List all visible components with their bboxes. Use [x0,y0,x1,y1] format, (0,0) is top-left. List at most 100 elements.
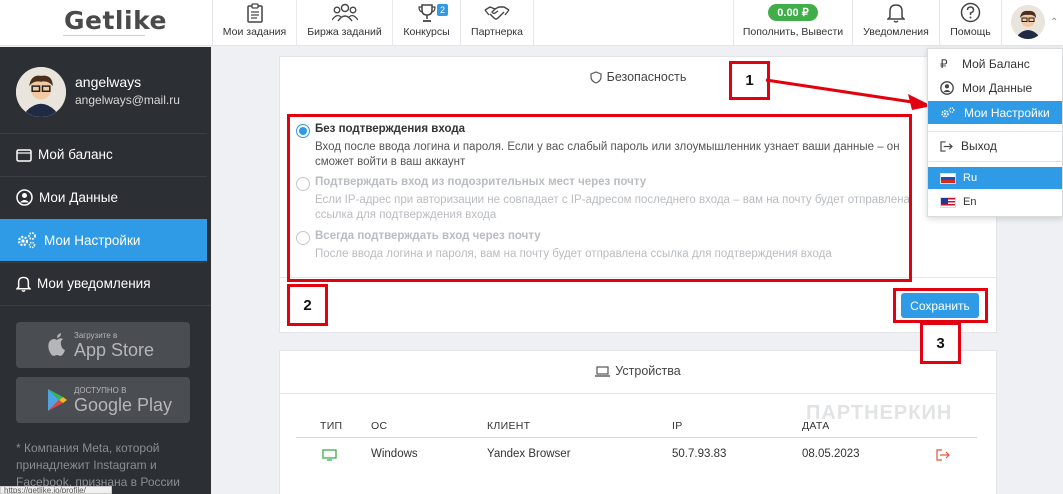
nav-contests-label: Конкурсы [403,26,450,38]
contests-badge: 2 [436,4,448,16]
devices-title-text: Устройства [615,364,681,378]
cell-ip: 50.7.93.83 [672,448,727,460]
user-box: angelways angelways@mail.ru [0,47,211,132]
shield-icon [590,70,602,84]
annotation-number-2: 2 [287,284,328,326]
dropdown-item-settings[interactable]: Мои Настройки [928,101,1062,124]
google-play-big: Google Play [74,394,173,415]
annotation-options-box [287,114,912,282]
app-store-big: App Store [74,339,155,360]
sidebar-item-label: Мои уведомления [37,276,151,291]
apple-icon [48,333,65,356]
dropdown-item-label: Мои Данные [962,81,1033,95]
nav-partner-label: Партнерка [471,26,523,38]
sign-out-icon[interactable] [936,449,950,461]
sidebar: angelways angelways@mail.ru Мой баланс М… [0,47,211,494]
app-store-button[interactable]: Загрузите в App Store [16,322,190,368]
logo-underline [63,35,145,36]
dropdown-item-data[interactable]: Мои Данные [928,78,1062,98]
sidebar-item-label: Мои Настройки [44,232,141,248]
balance-pill: 0.00 ₽ [768,4,818,21]
card-divider [280,393,996,394]
clipboard-icon [246,3,263,23]
russia-flag-icon [940,172,956,184]
cell-client: Yandex Browser [487,448,571,460]
dropdown-divider [928,161,1062,162]
laptop-icon [595,365,611,377]
annotation-save-box [893,288,988,323]
users-icon [331,3,358,22]
dropdown-item-balance[interactable]: ₽ Мой Баланс [928,55,1062,73]
nav-notifications[interactable]: Уведомления [852,0,939,46]
meta-disclaimer: * Компания Meta, которой принадлежит Ins… [16,441,180,489]
bell-icon [887,4,905,23]
watermark: ПАРТНЕРКИН [806,402,953,424]
google-play-small: ДОСТУПНО В [74,385,127,395]
sidebar-divider [0,305,211,306]
annotation-number-3: 3 [920,322,961,364]
question-circle-icon [960,2,981,23]
bell-icon [16,276,31,292]
annotation-arrow [765,78,932,110]
dropdown-item-label: Мой Баланс [962,57,1030,71]
col-os: ОС [371,420,388,432]
col-client: КЛИЕНТ [487,420,531,432]
dropdown-item-lang-en[interactable]: En [928,192,1062,212]
nav-task-exchange-label: Биржа заданий [307,26,382,38]
devices-title: Устройства [280,364,996,378]
desktop-icon [322,449,337,461]
sidebar-item-label: Мои Данные [39,190,118,205]
cogs-icon [17,232,36,249]
cell-os: Windows [371,448,418,460]
nav-my-tasks-label: Мои задания [222,26,287,38]
dropdown-item-label: En [963,196,977,208]
user-email: angelways@mail.ru [75,93,180,107]
cell-date: 08.05.2023 [802,448,860,460]
sidebar-item-data[interactable]: Мои Данные [0,176,207,218]
security-title-text: Безопасность [606,70,687,84]
user-dropdown-menu: ₽ Мой Баланс Мои Данные Мои Настройки Вы… [927,48,1063,217]
nav-topup-label: Пополнить, Вывести [742,26,844,38]
nav-help-label: Помощь [950,26,991,38]
status-url: https://getlike.io/profile/ [0,486,112,494]
col-type: ТИП [320,420,343,432]
dropdown-divider [928,131,1062,132]
dropdown-item-logout[interactable]: Выход [928,135,1062,157]
sign-out-icon [940,140,953,152]
logo[interactable]: Getlike [64,6,167,35]
sidebar-item-balance[interactable]: Мой баланс [0,133,207,175]
sidebar-avatar [16,67,66,117]
user-circle-icon [940,81,954,95]
nav-balance[interactable]: 0.00 ₽ Пополнить, Вывести [733,0,852,46]
sidebar-item-label: Мой баланс [38,147,113,162]
user-circle-icon [16,189,33,206]
dropdown-item-label: Выход [961,139,997,153]
google-play-button[interactable]: ДОСТУПНО В Google Play [16,377,190,423]
ruble-icon: ₽ [940,57,948,71]
nav-partner[interactable]: Партнерка [460,0,534,46]
handshake-icon [484,6,510,20]
sidebar-item-notifications[interactable]: Мои уведомления [0,262,207,304]
app-store-small: Загрузите в [74,330,118,340]
table-header-line [296,437,977,438]
usa-flag-icon [940,196,956,208]
wallet-icon [16,148,32,162]
user-name: angelways [75,74,142,90]
nav-contests[interactable]: 2 Конкурсы [392,0,460,46]
dropdown-item-label: Ru [963,172,978,184]
dropdown-item-lang-ru[interactable]: Ru [928,167,1062,189]
nav-notifications-label: Уведомления [863,26,929,38]
google-play-icon [48,389,67,411]
nav-task-exchange[interactable]: Биржа заданий [296,0,392,46]
dropdown-item-label: Мои Настройки [964,105,1050,120]
nav-divider [1001,0,1002,46]
chevron-up-icon[interactable]: ⌃ [1050,17,1058,28]
nav-help[interactable]: Помощь [939,0,1001,46]
avatar[interactable] [1011,5,1045,39]
trophy-icon [417,4,436,22]
top-navbar: Getlike Мои задания Биржа заданий 2 Конк… [0,0,1063,46]
sidebar-item-settings[interactable]: Мои Настройки [0,219,207,261]
col-ip: IP [672,420,683,432]
cogs-icon [941,106,955,117]
nav-my-tasks[interactable]: Мои задания [212,0,296,46]
